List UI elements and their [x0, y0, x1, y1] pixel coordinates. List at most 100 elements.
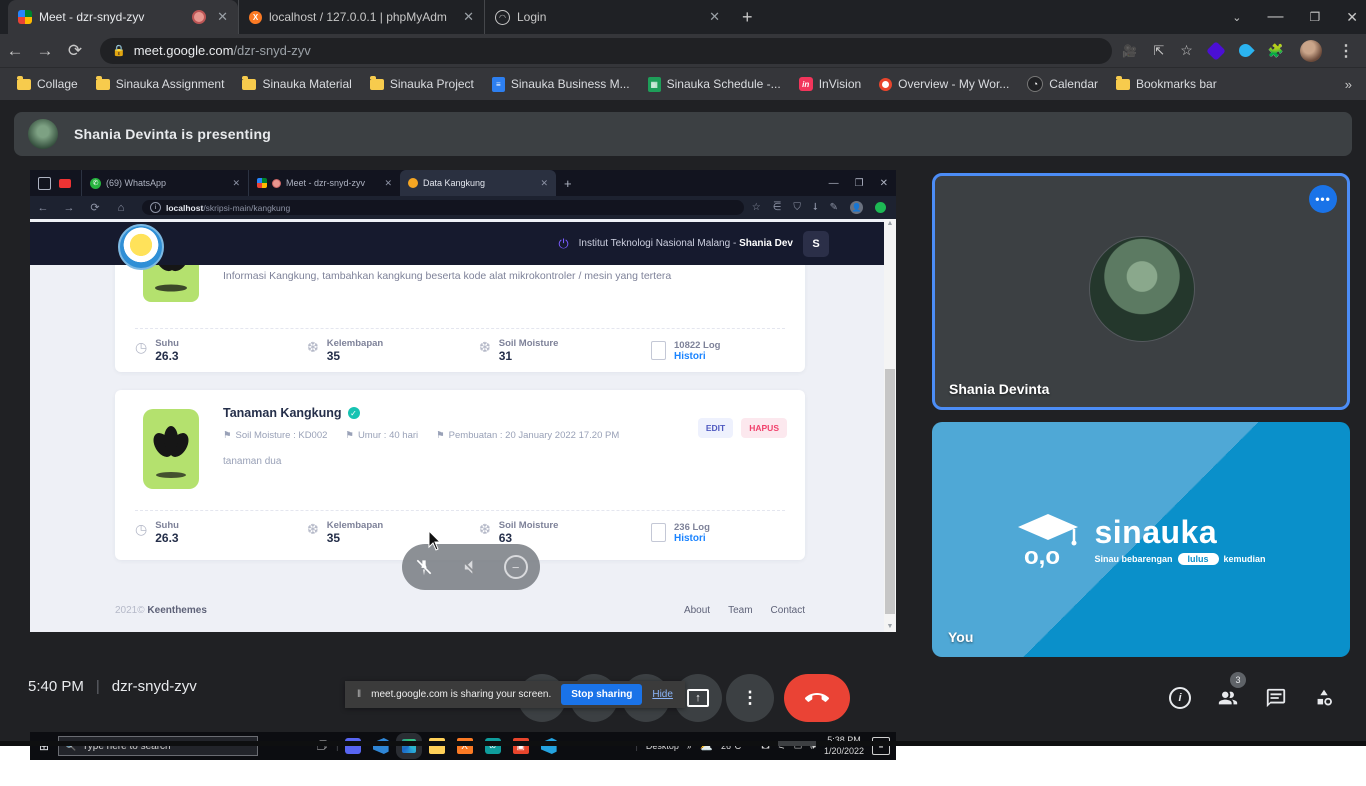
extension-drop-icon[interactable]	[1236, 41, 1254, 59]
profile-avatar[interactable]	[1300, 40, 1322, 62]
user-avatar-badge[interactable]: S	[803, 231, 829, 257]
back-icon[interactable]: ←	[0, 41, 30, 61]
footer-link-contact[interactable]: Contact	[771, 605, 805, 616]
chrome-menu-icon[interactable]: ⋮	[1338, 41, 1354, 61]
meta-soil-moisture: ⚑Soil Moisture : KD002	[223, 430, 327, 441]
footer-year: 2021©	[115, 605, 145, 616]
shared-tab-data-kangkung[interactable]: Data Kangkung ✕	[400, 170, 556, 196]
favorites-icon[interactable]: ⛉	[793, 202, 801, 213]
mouse-cursor	[428, 531, 442, 551]
tab-search-chevron-icon[interactable]: ⌄	[1232, 11, 1241, 24]
footer-link-team[interactable]: Team	[728, 605, 752, 616]
task-view-icon[interactable]: 🗇	[308, 737, 336, 756]
hapus-button[interactable]: HAPUS	[741, 418, 787, 438]
bookmark-sinauka-schedule[interactable]: ▦Sinauka Schedule -...	[639, 72, 790, 96]
close-tab-icon[interactable]: ✕	[540, 178, 548, 189]
close-tab-icon[interactable]: ✕	[384, 178, 392, 189]
scrollbar-thumb[interactable]	[885, 369, 895, 614]
new-tab-button[interactable]: +	[742, 7, 753, 28]
close-tab-icon[interactable]: ✕	[463, 9, 474, 25]
bookmark-sinauka-project[interactable]: Sinauka Project	[361, 72, 483, 96]
footer-link-about[interactable]: About	[684, 605, 710, 616]
edit-button[interactable]: EDIT	[698, 418, 733, 438]
shared-address-bar[interactable]: i localhost/skripsi-main/kangkung	[142, 200, 744, 215]
reload-icon[interactable]: ⟳	[82, 201, 108, 214]
camera-permission-icon[interactable]: 🎥	[1122, 44, 1137, 58]
info-icon: i	[150, 202, 161, 213]
home-icon[interactable]: ⌂	[108, 202, 134, 214]
stop-sharing-button[interactable]: Stop sharing	[561, 684, 642, 705]
bookmark-invision[interactable]: inInVision	[790, 72, 870, 96]
hide-link[interactable]: Hide	[652, 689, 673, 700]
tile-options-button[interactable]: •••	[1309, 185, 1337, 213]
new-tab-button[interactable]: +	[564, 176, 572, 191]
bookmarks-overflow-icon[interactable]: »	[1345, 77, 1352, 92]
drag-handle-icon[interactable]: ‖	[357, 689, 361, 700]
more-options-button[interactable]: ⋮	[726, 674, 774, 722]
meeting-details-button[interactable]: i	[1160, 678, 1200, 718]
close-tab-icon[interactable]: ✕	[232, 178, 240, 189]
histori-link[interactable]: Histori	[674, 533, 710, 544]
window-minimize-button[interactable]: —	[829, 178, 839, 189]
chat-button[interactable]	[1256, 678, 1296, 718]
tab-login[interactable]: ◠ Login ✕	[484, 0, 730, 34]
youtube-pinned-tab-icon[interactable]	[59, 179, 71, 188]
tab-phpmyadmin[interactable]: X localhost / 127.0.0.1 | phpMyAdm ✕	[238, 0, 484, 34]
extensions-puzzle-icon[interactable]: 🧩	[1268, 43, 1284, 59]
forward-icon[interactable]: →	[56, 202, 82, 214]
reload-icon[interactable]: ⟳	[60, 41, 90, 61]
tile-presenter[interactable]: ••• Shania Devinta	[932, 173, 1350, 410]
tab-meet[interactable]: Meet - dzr-snyd-zyv ✕	[8, 0, 238, 34]
invision-icon: in	[799, 77, 813, 91]
collections-icon[interactable]: ⋶	[773, 202, 782, 213]
page-scrollbar[interactable]: ▲ ▼	[884, 219, 896, 632]
metric-log: 10822 LogHistori	[651, 340, 781, 362]
window-close-button[interactable]: ✕	[880, 178, 888, 189]
tile-self[interactable]: o,o sinauka Sinau bebarengan lulus kemud…	[932, 422, 1350, 657]
close-tab-icon[interactable]: ✕	[709, 9, 720, 25]
extension-green-icon[interactable]	[875, 202, 886, 213]
histori-link[interactable]: Histori	[674, 351, 720, 362]
bookmark-sinauka-material[interactable]: Sinauka Material	[233, 72, 360, 96]
notification-center-icon[interactable]: ≡	[872, 737, 890, 755]
bookmark-folder-bookmarks-bar[interactable]: Bookmarks bar	[1107, 72, 1226, 96]
tab-title: Meet - dzr-snyd-zyv	[39, 10, 185, 24]
close-tab-icon[interactable]: ✕	[217, 9, 228, 25]
window-restore-button[interactable]: ❐	[1310, 10, 1321, 24]
profile-icon[interactable]: 👤	[850, 201, 863, 214]
bookmark-sinauka-assignment[interactable]: Sinauka Assignment	[87, 72, 234, 96]
bookmark-sinauka-business[interactable]: ≡Sinauka Business M...	[483, 72, 639, 96]
address-bar[interactable]: 🔒 meet.google.com/dzr-snyd-zyv	[100, 38, 1112, 64]
window-minimize-button[interactable]: —	[1268, 8, 1284, 26]
back-icon[interactable]: ←	[30, 202, 56, 214]
browser-toolbar: ← → ⟳ 🔒 meet.google.com/dzr-snyd-zyv 🎥 ⇱…	[0, 34, 1366, 67]
bookmark-calendar[interactable]: ◔Calendar	[1018, 72, 1107, 96]
extension-purple-icon[interactable]	[1206, 41, 1226, 61]
people-icon	[1217, 687, 1239, 709]
remove-from-call-icon[interactable]: −	[504, 555, 528, 579]
power-icon[interactable]: ⏻	[558, 236, 568, 252]
shared-tab-whatsapp[interactable]: ✆ (69) WhatsApp ✕	[81, 170, 248, 196]
window-close-button[interactable]: ✕	[1346, 9, 1358, 26]
edit-icon[interactable]: ✎	[830, 202, 838, 213]
bookmark-overview[interactable]: Overview - My Wor...	[870, 72, 1018, 96]
downloads-icon[interactable]: ⭣	[813, 202, 818, 213]
footer-brand[interactable]: Keenthemes	[147, 605, 206, 616]
bookmark-star-icon[interactable]: ☆	[752, 202, 761, 213]
bookmark-collage[interactable]: Collage	[8, 72, 87, 96]
end-call-button[interactable]	[784, 674, 850, 722]
audio-muted-icon[interactable]	[459, 557, 479, 577]
participants-button[interactable]: 3	[1208, 678, 1248, 718]
shared-tab-meet[interactable]: Meet - dzr-snyd-zyv ✕	[248, 170, 400, 196]
taskbar-search[interactable]: 🔍 Type here to search	[58, 736, 258, 756]
forward-icon[interactable]: →	[30, 41, 60, 61]
date-label[interactable]: 1/20/2022	[824, 746, 864, 756]
window-restore-button[interactable]: ❐	[855, 178, 864, 189]
activities-button[interactable]	[1304, 678, 1344, 718]
share-icon[interactable]: ⇱	[1153, 43, 1164, 59]
bookmark-star-icon[interactable]: ☆	[1180, 42, 1193, 59]
horizontal-scrollbar[interactable]	[0, 741, 1366, 746]
unpin-icon[interactable]	[414, 557, 434, 577]
scrollbar-thumb[interactable]	[778, 741, 816, 746]
tab-group-icon[interactable]	[38, 177, 51, 190]
